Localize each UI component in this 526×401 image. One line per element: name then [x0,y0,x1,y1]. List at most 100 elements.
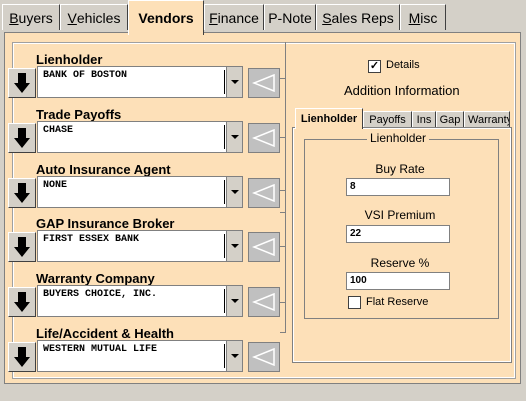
life-accident-health-combo[interactable]: WESTERN MUTUAL LIFE [37,340,243,372]
down-arrow-icon [14,347,30,367]
subtab-warranty-label: Warranty [468,114,510,126]
trade-payoffs-select-button[interactable] [8,123,36,153]
warranty-company-side-button[interactable] [248,287,280,317]
down-arrow-icon [14,292,30,312]
reserve-percent-input[interactable]: 100 [346,272,450,290]
subtab-gap-label: Gap [439,114,461,126]
cursor-line [224,180,225,204]
warranty-company-label: Warranty Company [36,271,155,286]
cursor-line [224,289,225,313]
tab-p-note-label: P-Note [268,9,312,26]
gap-insurance-broker-label: GAP Insurance Broker [36,216,175,231]
down-arrow-icon [14,73,30,93]
tab-vehicles-hotkey: V [67,9,77,26]
life-accident-health-side-button[interactable] [248,342,280,372]
check-icon: ✓ [369,60,380,72]
triangle-icon [252,348,275,366]
tab-sales-reps-label: ales Reps [331,9,394,26]
bracket-tick [280,246,286,247]
tab-buyers[interactable]: Buyers [2,4,60,30]
tab-sales-reps[interactable]: Sales Reps [316,4,400,30]
triangle-icon [252,74,275,92]
tab-vendors[interactable]: Vendors [128,0,204,35]
auto-insurance-agent-value: NONE [43,180,68,191]
cursor-line [224,125,225,149]
lienholder-side-button[interactable] [248,68,280,98]
tab-misc[interactable]: Misc [400,4,446,30]
warranty-company-value: BUYERS CHOICE, INC. [43,289,158,300]
chevron-down-icon[interactable] [226,177,242,207]
cursor-line [224,234,225,258]
vsi-premium-label: VSI Premium [364,208,436,222]
life-accident-health-label: Life/Accident & Health [36,326,174,341]
cursor-line [224,344,225,368]
subtab-ins[interactable]: Ins [412,111,436,128]
life-accident-health-value: WESTERN MUTUAL LIFE [43,344,158,355]
down-arrow-icon [14,128,30,148]
warranty-company-combo[interactable]: BUYERS CHOICE, INC. [37,285,243,317]
down-arrow-icon [14,237,30,257]
chevron-down-icon[interactable] [226,286,242,316]
auto-insurance-agent-combo[interactable]: NONE [37,176,243,208]
subtab-gap[interactable]: Gap [436,111,464,128]
trade-payoffs-side-button[interactable] [248,123,280,153]
tab-bar: Buyers Vehicles Vendors Finance P-Note S… [0,0,526,35]
tab-vehicles[interactable]: Vehicles [60,4,128,30]
auto-insurance-agent-select-button[interactable] [8,178,36,208]
tab-misc-label: isc [420,9,438,26]
chevron-down-icon[interactable] [226,231,242,261]
bracket-tick [280,212,286,213]
tab-buyers-hotkey: B [9,9,19,26]
lienholder-value: BANK OF BOSTON [43,70,128,81]
tab-misc-hotkey: M [408,9,421,26]
bracket-tick [280,332,286,333]
life-accident-health-select-button[interactable] [8,342,36,372]
buy-rate-input[interactable]: 8 [346,178,450,196]
bracket-tick [280,190,286,191]
trade-payoffs-combo[interactable]: CHASE [37,121,243,153]
down-arrow-icon [14,183,30,203]
bracket-tick [280,302,286,303]
bracket-tick [280,78,286,79]
lienholder-combo[interactable]: BANK OF BOSTON [37,66,243,98]
warranty-company-select-button[interactable] [8,287,36,317]
lienholder-select-button[interactable] [8,68,36,98]
trade-payoffs-label: Trade Payoffs [36,107,122,122]
tab-finance-hotkey: F [209,9,218,26]
tab-sales-reps-hotkey: S [322,9,332,26]
bracket-line [285,42,286,332]
flat-reserve-label: Flat Reserve [366,296,429,308]
triangle-icon [252,129,275,147]
lienholder-label: Lienholder [36,52,103,67]
reserve-percent-label: Reserve % [370,256,430,270]
subtab-warranty[interactable]: Warranty [464,111,510,128]
chevron-down-icon[interactable] [226,341,242,371]
tab-finance[interactable]: Finance [204,4,264,30]
auto-insurance-agent-side-button[interactable] [248,178,280,208]
group-title: Lienholder [367,131,430,145]
chevron-down-icon[interactable] [226,122,242,152]
tab-vendors-label: Vendors [138,10,194,26]
gap-insurance-broker-value: FIRST ESSEX BANK [43,234,140,245]
details-checkbox[interactable]: ✓ [368,60,381,73]
gap-insurance-broker-combo[interactable]: FIRST ESSEX BANK [37,230,243,262]
vsi-premium-input[interactable]: 22 [346,225,450,243]
triangle-icon [252,238,275,256]
details-label: Details [386,59,420,71]
triangle-icon [252,184,275,202]
tab-finance-label: inance [217,9,259,26]
gap-insurance-broker-select-button[interactable] [8,232,36,262]
addition-information-title: Addition Information [344,83,460,98]
flat-reserve-checkbox[interactable] [348,296,361,309]
gap-insurance-broker-side-button[interactable] [248,232,280,262]
chevron-down-icon[interactable] [226,67,242,97]
buy-rate-label: Buy Rate [375,162,425,176]
auto-insurance-agent-label: Auto Insurance Agent [36,162,171,177]
trade-payoffs-value: CHASE [43,125,74,136]
tab-buyers-label: uyers [18,9,53,26]
subtab-lienholder[interactable]: Lienholder [295,108,363,129]
subtab-payoffs[interactable]: Payoffs [363,111,412,128]
subtab-payoffs-label: Payoffs [369,114,406,126]
tab-p-note[interactable]: P-Note [264,4,316,30]
triangle-icon [252,293,275,311]
